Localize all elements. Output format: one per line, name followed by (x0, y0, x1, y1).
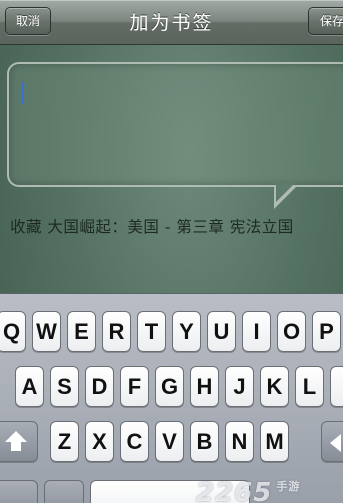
key-a[interactable]: A (15, 366, 44, 407)
bookmark-text-field[interactable] (7, 62, 343, 187)
bookmark-caption: 收藏 大国崛起：美国 - 第三章 宪法立国 (10, 218, 294, 236)
key-c[interactable]: C (120, 421, 149, 462)
keyboard: Q W E R T Y U I O P A S D F G H J K L Z … (0, 293, 343, 503)
key-y[interactable]: Y (172, 311, 201, 352)
key-k[interactable]: K (260, 366, 289, 407)
shift-stem (11, 442, 21, 451)
bubble-tail-inner (276, 183, 295, 202)
key-z[interactable]: Z (50, 421, 79, 462)
save-button[interactable]: 保存 (308, 7, 343, 35)
watermark-logo: 2265 手游 (196, 478, 343, 503)
delete-key[interactable] (321, 421, 343, 462)
key-partial (330, 366, 343, 407)
backspace-icon (330, 434, 341, 452)
shift-key[interactable] (0, 421, 38, 462)
bookmark-screen: 取消 加为书签 保存 收藏 大国崛起：美国 - 第三章 宪法立国 Q W E R… (0, 0, 343, 503)
globe-key[interactable] (44, 480, 84, 503)
key-x[interactable]: X (85, 421, 114, 462)
page-title: 加为书签 (129, 12, 214, 34)
watermark-suffix: 手游 (276, 480, 301, 493)
key-q[interactable]: Q (0, 311, 26, 352)
key-g[interactable]: G (155, 366, 184, 407)
key-e[interactable]: E (67, 311, 96, 352)
key-f[interactable]: F (120, 366, 149, 407)
key-n[interactable]: N (225, 421, 254, 462)
key-t[interactable]: T (137, 311, 166, 352)
key-i[interactable]: I (242, 311, 271, 352)
key-b[interactable]: B (190, 421, 219, 462)
navigation-bar: 取消 加为书签 保存 (0, 0, 343, 45)
shift-up-arrow-icon (5, 431, 27, 442)
key-d[interactable]: D (85, 366, 114, 407)
key-u[interactable]: U (207, 311, 236, 352)
key-l[interactable]: L (295, 366, 324, 407)
key-m[interactable]: M (260, 421, 289, 462)
key-p[interactable]: P (312, 311, 341, 352)
key-v[interactable]: V (155, 421, 184, 462)
key-j[interactable]: J (225, 366, 254, 407)
watermark-number: 2265 (196, 478, 273, 503)
key-r[interactable]: R (102, 311, 131, 352)
key-s[interactable]: S (50, 366, 79, 407)
key-h[interactable]: H (190, 366, 219, 407)
key-o[interactable]: O (277, 311, 306, 352)
number-key[interactable] (0, 480, 38, 503)
text-cursor (21, 82, 24, 104)
key-w[interactable]: W (32, 311, 61, 352)
